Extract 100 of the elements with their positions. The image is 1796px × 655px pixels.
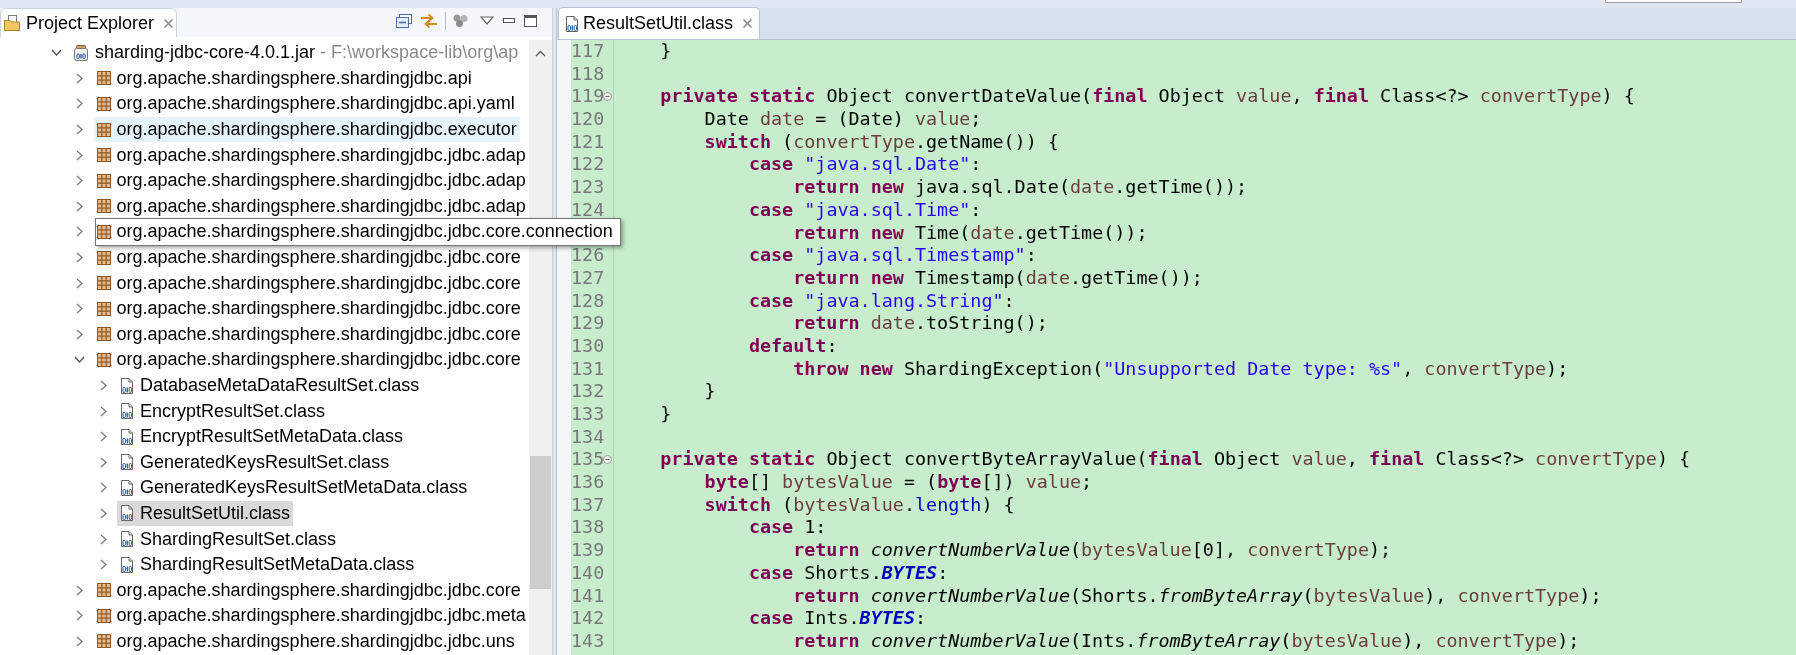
chevron-right-icon[interactable] xyxy=(76,303,83,315)
tree-item[interactable]: GeneratedKeysResultSet.class xyxy=(117,449,393,476)
code-line: case "java.lang.String": xyxy=(748,289,1015,313)
minus-circle-icon[interactable] xyxy=(603,455,612,465)
code-line: } xyxy=(704,380,716,403)
code-line: case "java.sql.Timestamp": xyxy=(748,244,1037,267)
tree-item[interactable]: ResultSetUtil.class xyxy=(117,500,294,527)
close-icon[interactable] xyxy=(163,17,175,29)
chevron-right-icon[interactable] xyxy=(76,200,83,212)
package-icon xyxy=(96,583,111,598)
class-file-icon xyxy=(120,531,134,548)
maximize-icon[interactable] xyxy=(524,14,537,27)
chevron-right-icon[interactable] xyxy=(99,482,107,494)
package-icon xyxy=(96,97,111,111)
tree-item[interactable]: org.apache.shardingsphere.shardingjdbc.jdbc.uns xyxy=(93,628,518,655)
code-line: private static Object convertDateValue(final Object value, final Class<?> convertType) { xyxy=(660,85,1635,109)
tree-item[interactable]: org.apache.shardingsphere.shardingjdbc.jdbc.core xyxy=(93,321,524,348)
chevron-right-icon[interactable] xyxy=(99,559,107,571)
chevron-right-icon[interactable] xyxy=(99,456,107,468)
line-number: 139 xyxy=(571,539,605,562)
tree-item[interactable]: org.apache.shardingsphere.shardingjdbc.api.yaml xyxy=(93,91,518,117)
minimize-icon[interactable] xyxy=(503,18,515,23)
chevron-right-icon[interactable] xyxy=(76,149,83,161)
chevron-right-icon[interactable] xyxy=(99,380,107,391)
line-number: 117 xyxy=(571,40,605,63)
input-field[interactable] xyxy=(1605,0,1742,3)
tree-item[interactable]: EncryptResultSet.class xyxy=(117,398,329,424)
jar-icon xyxy=(73,44,89,61)
dots-icon[interactable] xyxy=(453,14,468,27)
chevron-right-icon[interactable] xyxy=(76,226,83,238)
package-icon xyxy=(96,71,111,86)
swap-arrows-icon[interactable] xyxy=(420,12,438,29)
class-file-icon xyxy=(120,377,134,394)
package-icon xyxy=(96,148,111,163)
chevron-right-icon[interactable] xyxy=(99,533,107,545)
chevron-right-icon[interactable] xyxy=(99,508,107,519)
line-number: 132 xyxy=(571,380,605,403)
tree-item[interactable]: org.apache.shardingsphere.shardingjdbc.jdbc.adap xyxy=(93,142,529,168)
chevron-right-icon[interactable] xyxy=(76,124,83,136)
tree-item[interactable]: org.apache.shardingsphere.shardingjdbc.jdbc.core xyxy=(93,295,524,322)
tree-item[interactable]: ShardingResultSetMetaData.class xyxy=(117,551,418,578)
chevron-right-icon[interactable] xyxy=(76,610,83,622)
chevron-right-icon[interactable] xyxy=(76,252,83,264)
package-icon xyxy=(96,608,111,623)
tree-item[interactable]: org.apache.shardingsphere.shardingjdbc.jdbc.core xyxy=(93,577,524,604)
tree-item[interactable]: org.apache.shardingsphere.shardingjdbc.jdbc.meta xyxy=(93,603,529,629)
tree-item[interactable]: org.apache.shardingsphere.shardingjdbc.api xyxy=(93,65,475,92)
triangle-down-icon[interactable] xyxy=(480,16,494,25)
collapse-all-icon[interactable] xyxy=(396,13,412,28)
chevron-right-icon[interactable] xyxy=(76,584,83,596)
chevron-right-icon[interactable] xyxy=(76,328,83,340)
package-icon xyxy=(96,276,111,291)
line-number: 143 xyxy=(571,629,605,653)
code-line: throw new ShardingException("Unsupported Date type: %s", convertType); xyxy=(793,357,1569,381)
minus-circle-icon[interactable] xyxy=(603,92,612,102)
line-number: 134 xyxy=(571,425,605,449)
tree-item[interactable]: org.apache.shardingsphere.shardingjdbc.jdbc.core xyxy=(93,347,524,373)
chevron-right-icon[interactable] xyxy=(76,98,83,110)
chevron-right-icon[interactable] xyxy=(76,72,83,84)
tree-item[interactable]: org.apache.shardingsphere.shardingjdbc.executor xyxy=(93,116,520,143)
chevron-right-icon[interactable] xyxy=(99,431,107,443)
line-number: 131 xyxy=(571,357,605,381)
chevron-down-icon[interactable] xyxy=(50,49,62,57)
tree-item[interactable]: org.apache.shardingsphere.shardingjdbc.jdbc.adap xyxy=(93,167,529,194)
close-icon[interactable] xyxy=(742,18,754,29)
code-line: switch (convertType.getName()) { xyxy=(704,130,1059,154)
package-icon xyxy=(96,224,111,239)
chevron-right-icon[interactable] xyxy=(76,635,83,647)
package-icon xyxy=(96,634,111,649)
code-line: return date.toString(); xyxy=(793,312,1048,335)
line-number: 127 xyxy=(571,266,605,290)
chevron-down-icon[interactable] xyxy=(74,356,85,364)
tree-item[interactable]: org.apache.shardingsphere.shardingjdbc.jdbc.core xyxy=(93,244,524,271)
tree-item[interactable]: EncryptResultSetMetaData.class xyxy=(117,423,407,450)
code-line: byte[] bytesValue = (byte[]) value; xyxy=(704,471,1093,494)
package-icon xyxy=(96,173,111,188)
tree-item[interactable]: ShardingResultSet.class xyxy=(117,526,340,552)
line-number: 133 xyxy=(571,403,605,426)
editor-tab[interactable]: ResultSetUtil.class xyxy=(558,7,761,39)
tree-item[interactable]: org.apache.shardingsphere.shardingjdbc.jdbc.adap xyxy=(93,193,529,220)
tree-item[interactable]: org.apache.shardingsphere.shardingjdbc.jdbc.core xyxy=(93,270,524,296)
scrollbar-thumb[interactable] xyxy=(529,456,551,589)
chevron-right-icon[interactable] xyxy=(76,277,83,289)
chevron-right-icon[interactable] xyxy=(99,405,107,417)
chevron-right-icon[interactable] xyxy=(76,175,83,187)
tree-item[interactable]: GeneratedKeysResultSetMetaData.class xyxy=(117,475,471,501)
class-file-icon xyxy=(120,556,134,573)
tooltip-text: org.apache.shardingsphere.shardingjdbc.jdbc.core.connection xyxy=(116,220,613,244)
line-number: 140 xyxy=(571,561,605,585)
chevron-up-icon[interactable] xyxy=(534,49,546,57)
view-tab[interactable]: Project Explorer xyxy=(0,8,177,37)
line-number: 129 xyxy=(571,312,605,335)
line-number: 120 xyxy=(571,108,605,131)
code-line: } xyxy=(660,40,672,63)
package-icon xyxy=(96,352,111,367)
code-line: case "java.sql.Time": xyxy=(748,198,982,222)
code-line: return new java.sql.Date(date.getTime()); xyxy=(793,176,1248,199)
code-line: private static Object convertByteArrayValue(final Object value, final Class<?> convertType) { xyxy=(660,448,1691,472)
tree-item[interactable]: sharding-jdbc-core-4.0.1.jar - F:\workspace-lib\org\ap xyxy=(70,40,522,66)
tree-item[interactable]: DatabaseMetaDataResultSet.class xyxy=(117,372,423,399)
